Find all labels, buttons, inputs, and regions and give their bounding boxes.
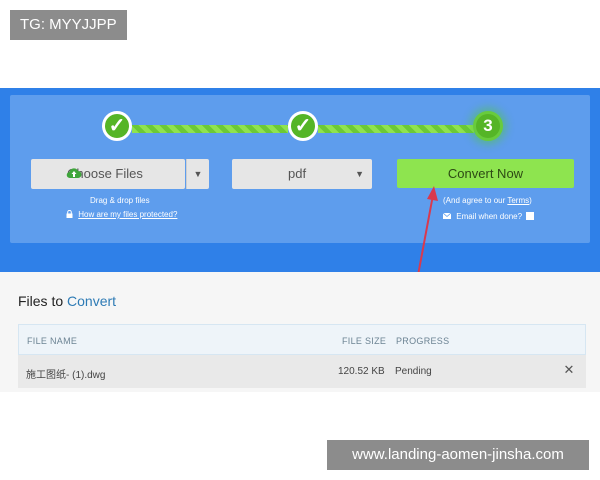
chevron-down-icon: ▼: [355, 169, 364, 179]
email-when-done-label: Email when done?: [456, 212, 523, 221]
step-3-indicator: 3: [473, 111, 503, 141]
step-2-check-icon: ✓: [288, 111, 318, 141]
email-when-done-checkbox[interactable]: [526, 212, 535, 220]
table-row: 施工图纸- (1).dwg 120.52 KB Pending ✕: [18, 355, 586, 388]
terms-suffix: ): [529, 196, 532, 205]
site-watermark: www.landing-aomen-jinsha.com: [327, 440, 589, 470]
files-table: FILE NAME FILE SIZE PROGRESS 施工图纸- (1).d…: [18, 324, 586, 388]
terms-agreement: (And agree to our Terms): [443, 196, 532, 205]
remove-file-close-icon[interactable]: ✕: [562, 363, 576, 377]
lock-icon: [66, 209, 73, 218]
terms-prefix: (And agree to our: [443, 196, 508, 205]
choose-files-button[interactable]: Choose Files: [31, 159, 185, 189]
format-select-value: pdf: [288, 166, 307, 181]
tg-badge: TG: MYYJJPP: [10, 10, 127, 40]
file-size-cell: 120.52 KB: [338, 366, 385, 377]
column-file-name: FILE NAME: [27, 336, 78, 346]
step-1-check-icon: ✓: [102, 111, 132, 141]
files-protected-link[interactable]: How are my files protected?: [78, 210, 177, 219]
choose-files-dropdown[interactable]: ▼: [186, 159, 209, 189]
envelope-icon: [442, 212, 452, 219]
cloud-upload-icon: [66, 168, 82, 179]
files-protected-row: How are my files protected?: [66, 209, 177, 219]
files-heading: Files to Convert: [18, 293, 116, 309]
convert-now-button[interactable]: Convert Now: [397, 159, 574, 188]
converter-hero: ✓ ✓ 3 Choose Files ▼ pdf ▼ Convert Now D…: [0, 88, 600, 272]
file-name-cell: 施工图纸- (1).dwg: [26, 370, 106, 381]
file-progress-cell: Pending: [395, 366, 432, 377]
step-progress: ✓ ✓ 3: [10, 109, 590, 149]
converter-panel: ✓ ✓ 3 Choose Files ▼ pdf ▼ Convert Now D…: [10, 95, 590, 243]
step-track-2: [318, 125, 474, 133]
files-heading-prefix: Files to: [18, 293, 68, 309]
terms-link[interactable]: Terms: [507, 196, 529, 205]
column-file-size: FILE SIZE: [342, 336, 387, 346]
files-heading-accent: Convert: [67, 293, 117, 309]
format-select[interactable]: pdf ▼: [232, 159, 372, 189]
step-track-1: [132, 125, 288, 133]
files-section: Files to Convert FILE NAME FILE SIZE PRO…: [0, 272, 600, 392]
table-header: FILE NAME FILE SIZE PROGRESS: [18, 324, 586, 355]
drag-drop-hint: Drag & drop files: [90, 196, 150, 205]
column-progress: PROGRESS: [396, 336, 450, 346]
email-when-done: Email when done?: [442, 212, 535, 221]
